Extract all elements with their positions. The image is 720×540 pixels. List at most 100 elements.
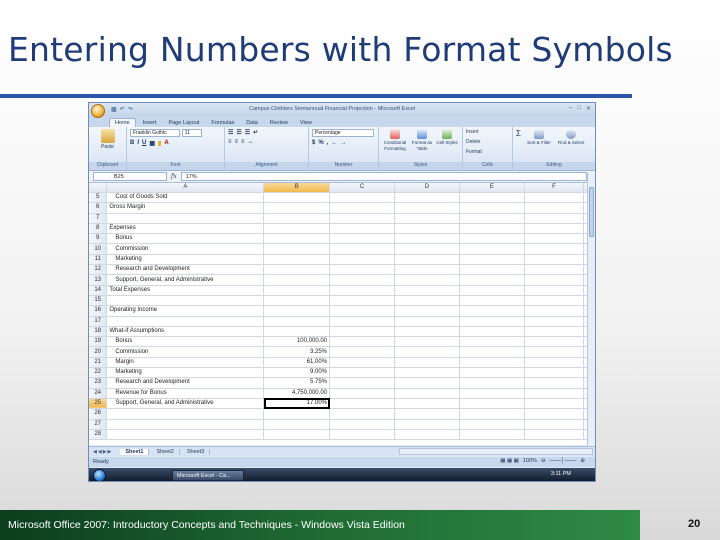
wrap-text-icon[interactable]: ↵ [253,129,258,136]
format-table-icon[interactable] [417,129,427,139]
cell-empty[interactable] [329,326,395,338]
cell-empty[interactable] [524,274,585,286]
italic-button[interactable]: I [137,140,139,147]
cell-empty[interactable] [459,419,525,430]
cell-empty[interactable] [524,346,585,358]
cell-empty[interactable] [459,264,525,276]
cell-empty[interactable] [329,305,395,317]
row-header[interactable]: 10 [89,243,108,255]
cell-empty[interactable] [394,336,460,348]
select-all-corner[interactable] [89,183,108,193]
percent-button[interactable]: % [318,140,323,146]
row-header[interactable]: 19 [89,336,108,348]
row-header[interactable]: 20 [89,346,108,358]
vertical-scrollbar[interactable] [587,173,595,455]
tab-review[interactable]: Review [265,119,293,127]
cell-empty[interactable] [524,357,585,369]
cell-a[interactable]: Cost of Goods Sold [106,192,265,204]
cell-empty[interactable] [524,398,585,410]
cell-empty[interactable] [394,398,460,410]
row-header[interactable]: 17 [89,316,108,327]
cell-empty[interactable] [459,285,525,296]
row-header[interactable]: 25 [89,398,108,410]
cell-empty[interactable] [329,367,395,379]
cell-a[interactable] [106,429,265,441]
delete-cells-button[interactable]: Delete [466,139,509,145]
vertical-scroll-thumb[interactable] [589,187,594,237]
cell-empty[interactable] [329,254,395,266]
cell-a[interactable] [106,316,265,327]
conditional-formatting-icon[interactable] [390,129,400,139]
row-header[interactable]: 14 [89,285,108,296]
row-header[interactable]: 24 [89,388,108,399]
cell-empty[interactable] [524,213,585,224]
cell-empty[interactable] [329,377,395,389]
cell-empty[interactable] [329,398,395,410]
cell-empty[interactable] [394,419,460,430]
cell-empty[interactable] [329,429,395,441]
cell-empty[interactable] [329,316,395,327]
cell-empty[interactable] [329,264,395,276]
formula-input[interactable]: 17% [180,172,587,181]
undo-icon[interactable]: ↶ [120,106,125,113]
cell-a[interactable]: Operating Income [106,305,265,317]
cell-b[interactable]: 17.00% [263,398,330,410]
cell-empty[interactable] [394,295,460,307]
cell-empty[interactable] [459,243,525,255]
cell-empty[interactable] [329,223,395,235]
cell-empty[interactable] [524,305,585,317]
cell-empty[interactable] [329,285,395,296]
cell-empty[interactable] [394,388,460,399]
cell-a[interactable] [106,419,265,430]
cell-a[interactable] [106,213,265,224]
paste-icon[interactable] [100,129,115,143]
cell-empty[interactable] [329,192,395,204]
cell-a[interactable]: Margin [106,357,265,369]
cell-empty[interactable] [394,243,460,255]
cell-a[interactable]: Total Expenses [106,285,265,296]
cell-a[interactable] [106,295,265,307]
tab-view[interactable]: View [295,119,317,127]
cell-styles-button[interactable]: Cell Styles [436,140,458,146]
cell-empty[interactable] [329,243,395,255]
font-size-select[interactable]: 11 [181,129,202,137]
redo-icon[interactable]: ↷ [128,106,133,113]
align-bottom-icon[interactable]: ☰ [245,129,250,136]
row-header[interactable]: 15 [89,295,108,307]
cell-empty[interactable] [459,192,525,204]
cell-empty[interactable] [459,274,525,286]
cell-empty[interactable] [524,419,585,430]
font-color-icon[interactable]: A [164,140,168,147]
cell-b[interactable] [263,419,330,430]
tab-formulas[interactable]: Formulas [206,119,239,127]
currency-button[interactable]: $ [312,140,315,146]
cell-empty[interactable] [524,264,585,276]
row-header[interactable]: 18 [89,326,108,338]
cell-a[interactable] [106,408,265,420]
cell-b[interactable] [263,285,330,296]
cell-empty[interactable] [524,336,585,348]
cell-a[interactable]: What-if Assumptions [106,326,265,338]
cell-empty[interactable] [459,202,525,214]
cell-empty[interactable] [524,223,585,235]
row-header[interactable]: 16 [89,305,108,317]
cell-b[interactable] [263,305,330,317]
cell-b[interactable] [263,243,330,255]
cell-empty[interactable] [394,377,460,389]
row-header[interactable]: 7 [89,213,108,224]
cell-empty[interactable] [524,295,585,307]
cell-a[interactable]: Marketing [106,367,265,379]
cell-empty[interactable] [459,295,525,307]
cell-empty[interactable] [524,429,585,441]
cell-empty[interactable] [459,367,525,379]
column-header-d[interactable]: D [394,183,460,193]
sheet-nav-arrows-icon[interactable]: ◀◀▶▶ [93,449,112,455]
sort-filter-icon[interactable] [533,129,544,139]
cell-a[interactable]: Support, General, and Administrative [106,398,265,410]
row-header[interactable]: 6 [89,202,108,214]
cell-empty[interactable] [329,213,395,224]
sheet-tab-1[interactable]: Sheet1 [120,448,150,455]
cell-b[interactable] [263,264,330,276]
cell-b[interactable] [263,254,330,266]
cell-b[interactable] [263,326,330,338]
